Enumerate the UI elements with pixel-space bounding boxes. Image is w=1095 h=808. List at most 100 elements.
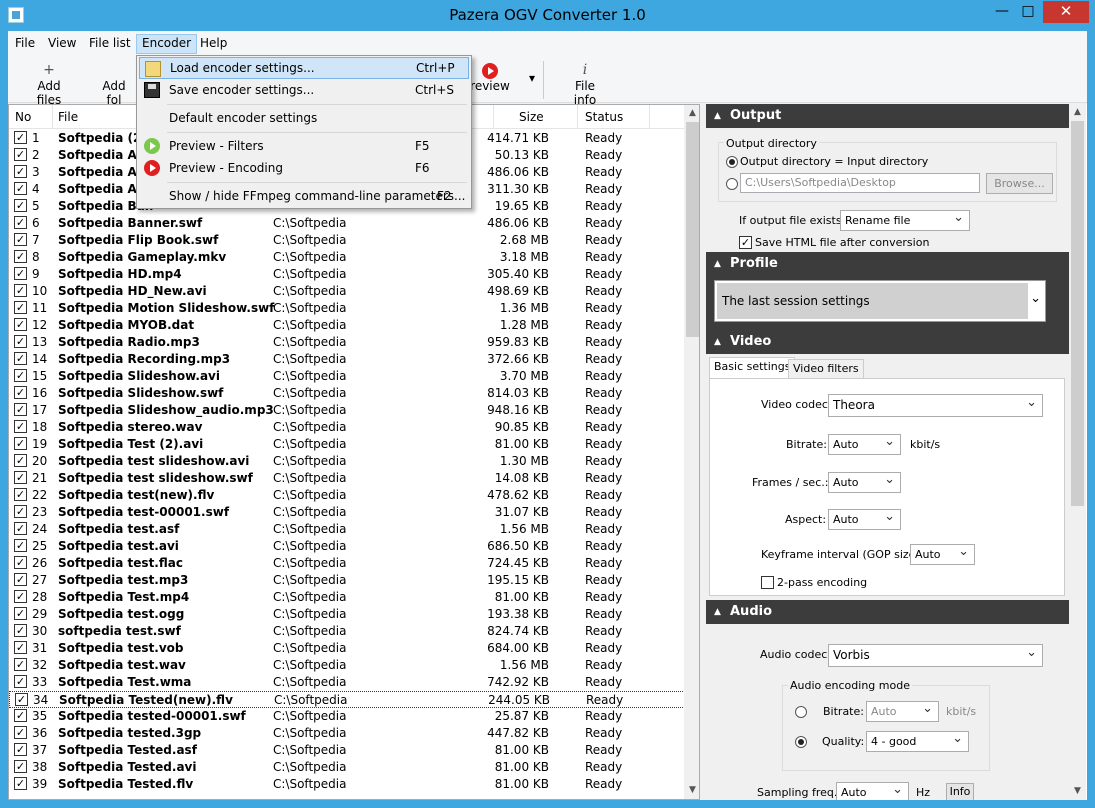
table-row[interactable]: ✓ 6 Softpedia Banner.swf C:\Softpedia 486.06… [9, 215, 685, 232]
if-exists-select[interactable]: Rename file [840, 208, 970, 231]
close-button[interactable]: ✕ [1043, 1, 1089, 23]
scroll-up-arrow[interactable]: ▲ [1069, 104, 1086, 121]
row-checkbox[interactable]: ✓ [14, 369, 27, 382]
row-checkbox[interactable]: ✓ [14, 233, 27, 246]
col-size[interactable]: Size [519, 110, 544, 124]
table-row[interactable]: ✓ 12 Softpedia MYOB.dat C:\Softpedia 1.28 MB… [9, 317, 685, 334]
audio-codec-select[interactable]: Vorbis [828, 642, 1043, 667]
row-checkbox[interactable]: ✓ [14, 777, 27, 790]
table-row[interactable]: ✓ 32 Softpedia test.wav C:\Softpedia 1.56 MB… [9, 657, 685, 674]
browse-button[interactable]: Browse... [986, 173, 1053, 194]
table-row[interactable]: ✓ 24 Softpedia test.asf C:\Softpedia 1.56 MB… [9, 521, 685, 538]
row-checkbox[interactable]: ✓ [14, 437, 27, 450]
file-list-scrollbar[interactable]: ▲ ▼ [684, 105, 699, 799]
output-section-header[interactable]: ▲ Output [706, 104, 1069, 128]
row-checkbox[interactable]: ✓ [14, 726, 27, 739]
row-checkbox[interactable]: ✓ [14, 420, 27, 433]
table-row[interactable]: ✓ 35 Softpedia tested-00001.swf C:\Softpedi… [9, 708, 685, 725]
row-checkbox[interactable]: ✓ [14, 250, 27, 263]
video-bitrate-select[interactable]: Auto [828, 432, 901, 455]
add-files-button[interactable]: + Add files [24, 61, 74, 107]
menu-default-settings[interactable]: Default encoder settings [139, 107, 469, 129]
video-codec-select[interactable]: Theora [828, 392, 1043, 417]
table-row[interactable]: ✓ 22 Softpedia test(new).flv C:\Softpedia 47… [9, 487, 685, 504]
info-button[interactable]: Info [946, 783, 974, 800]
scroll-down-arrow[interactable]: ▼ [1069, 783, 1086, 800]
radio-custom-dir[interactable] [726, 178, 738, 190]
menu-load-settings[interactable]: Load encoder settings... Ctrl+P [139, 57, 469, 79]
file-info-button[interactable]: i File info [562, 61, 608, 107]
row-checkbox[interactable]: ✓ [14, 658, 27, 671]
radio-input-dir[interactable] [726, 156, 738, 168]
row-checkbox[interactable]: ✓ [14, 165, 27, 178]
table-row[interactable]: ✓ 21 Softpedia test slideshow.swf C:\Softpe… [9, 470, 685, 487]
table-row[interactable]: ✓ 37 Softpedia Tested.asf C:\Softpedia 81.00… [9, 742, 685, 759]
row-checkbox[interactable]: ✓ [14, 624, 27, 637]
table-row[interactable]: ✓ 11 Softpedia Motion Slideshow.swf C:\Soft… [9, 300, 685, 317]
table-row[interactable]: ✓ 10 Softpedia HD_New.avi C:\Softpedia 498.6… [9, 283, 685, 300]
row-checkbox[interactable]: ✓ [14, 760, 27, 773]
table-row[interactable]: ✓ 34 Softpedia Tested(new).flv C:\Softpedia… [9, 691, 685, 708]
table-row[interactable]: ✓ 29 Softpedia test.ogg C:\Softpedia 193.38 … [9, 606, 685, 623]
table-row[interactable]: ✓ 39 Softpedia Tested.flv C:\Softpedia 81.00… [9, 776, 685, 793]
table-row[interactable]: ✓ 19 Softpedia Test (2).avi C:\Softpedia 81.… [9, 436, 685, 453]
row-checkbox[interactable]: ✓ [14, 318, 27, 331]
scroll-thumb[interactable] [686, 122, 699, 337]
menu-show-ffmpeg-params[interactable]: Show / hide FFmpeg command-line paramete… [139, 185, 469, 207]
profile-select[interactable]: The last session settings ⌄ [714, 280, 1046, 322]
radio-audio-bitrate[interactable] [795, 706, 807, 718]
row-checkbox[interactable]: ✓ [14, 216, 27, 229]
col-status[interactable]: Status [585, 110, 623, 124]
table-row[interactable]: ✓ 15 Softpedia Slideshow.avi C:\Softpedia 3.… [9, 368, 685, 385]
table-row[interactable]: ✓ 14 Softpedia Recording.mp3 C:\Softpedia 37… [9, 351, 685, 368]
add-folder-button[interactable]: Add fol [94, 61, 134, 107]
table-row[interactable]: ✓ 17 Softpedia Slideshow_audio.mp3 C:\Softp… [9, 402, 685, 419]
row-checkbox[interactable]: ✓ [14, 505, 27, 518]
scroll-down-arrow[interactable]: ▼ [684, 782, 699, 799]
table-row[interactable]: ✓ 9 Softpedia HD.mp4 C:\Softpedia 305.40 KB R… [9, 266, 685, 283]
row-checkbox[interactable]: ✓ [14, 743, 27, 756]
profile-section-header[interactable]: ▲ Profile [706, 252, 1069, 276]
scroll-up-arrow[interactable]: ▲ [684, 105, 699, 122]
keyframe-select[interactable]: Auto [910, 542, 975, 565]
row-checkbox[interactable]: ✓ [14, 556, 27, 569]
row-checkbox[interactable]: ✓ [14, 182, 27, 195]
audio-section-header[interactable]: ▲ Audio [706, 600, 1069, 624]
table-row[interactable]: ✓ 38 Softpedia Tested.avi C:\Softpedia 81.00… [9, 759, 685, 776]
video-section-header[interactable]: ▲ Video [706, 330, 1069, 354]
row-checkbox[interactable]: ✓ [15, 693, 28, 706]
table-row[interactable]: ✓ 30 softpedia test.swf C:\Softpedia 824.74 … [9, 623, 685, 640]
col-file[interactable]: File [58, 110, 78, 124]
row-checkbox[interactable]: ✓ [14, 709, 27, 722]
col-no[interactable]: No [15, 110, 31, 124]
menu-file-list[interactable]: File list [84, 34, 136, 54]
preview-dropdown-arrow[interactable]: ▾ [526, 71, 538, 85]
row-checkbox[interactable]: ✓ [14, 386, 27, 399]
row-checkbox[interactable]: ✓ [14, 148, 27, 161]
row-checkbox[interactable]: ✓ [14, 352, 27, 365]
row-checkbox[interactable]: ✓ [14, 131, 27, 144]
row-checkbox[interactable]: ✓ [14, 199, 27, 212]
menu-save-settings[interactable]: Save encoder settings... Ctrl+S [139, 79, 469, 101]
row-checkbox[interactable]: ✓ [14, 522, 27, 535]
row-checkbox[interactable]: ✓ [14, 301, 27, 314]
table-row[interactable]: ✓ 28 Softpedia Test.mp4 C:\Softpedia 81.00 K… [9, 589, 685, 606]
table-row[interactable]: ✓ 31 Softpedia test.vob C:\Softpedia 684.00 … [9, 640, 685, 657]
row-checkbox[interactable]: ✓ [14, 403, 27, 416]
table-row[interactable]: ✓ 20 Softpedia test slideshow.avi C:\Softpe… [9, 453, 685, 470]
menu-file[interactable]: File [10, 34, 40, 54]
table-row[interactable]: ✓ 26 Softpedia test.flac C:\Softpedia 724.45… [9, 555, 685, 572]
row-checkbox[interactable]: ✓ [14, 573, 27, 586]
aspect-select[interactable]: Auto [828, 507, 901, 530]
tab-video-filters[interactable]: Video filters [788, 359, 864, 379]
table-row[interactable]: ✓ 33 Softpedia Test.wma C:\Softpedia 742.92 … [9, 674, 685, 691]
row-checkbox[interactable]: ✓ [14, 471, 27, 484]
table-row[interactable]: ✓ 16 Softpedia Slideshow.swf C:\Softpedia 81… [9, 385, 685, 402]
fps-select[interactable]: Auto [828, 470, 901, 493]
table-row[interactable]: ✓ 13 Softpedia Radio.mp3 C:\Softpedia 959.83… [9, 334, 685, 351]
table-row[interactable]: ✓ 7 Softpedia Flip Book.swf C:\Softpedia 2.6… [9, 232, 685, 249]
row-checkbox[interactable]: ✓ [14, 267, 27, 280]
menu-preview-filters[interactable]: Preview - Filters F5 [139, 135, 469, 157]
row-checkbox[interactable]: ✓ [14, 335, 27, 348]
row-checkbox[interactable]: ✓ [14, 590, 27, 603]
